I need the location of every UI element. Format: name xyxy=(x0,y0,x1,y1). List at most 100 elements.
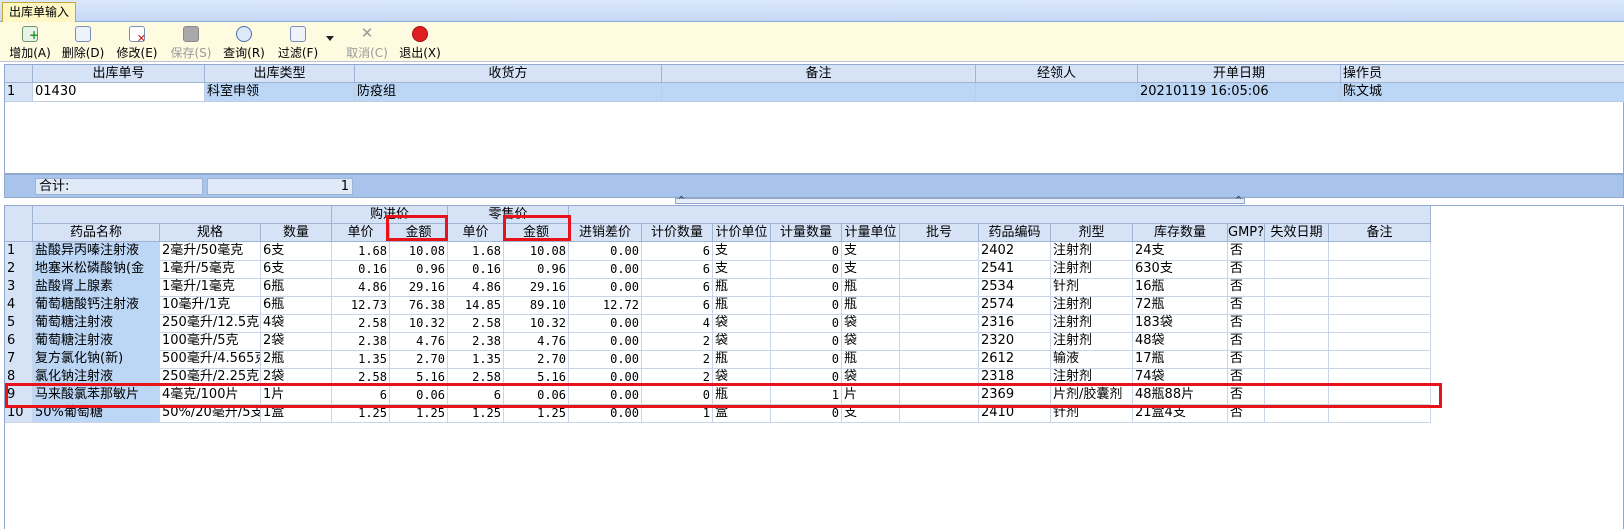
master-col-header[interactable]: 开单日期 xyxy=(1138,65,1341,83)
detail-cell[interactable] xyxy=(1329,386,1431,405)
detail-cell[interactable]: 0.16 xyxy=(332,260,390,279)
detail-cell[interactable]: 片剂/胶囊剂 xyxy=(1051,386,1133,405)
detail-row-number[interactable]: 4 xyxy=(5,296,33,315)
detail-cell[interactable] xyxy=(900,242,979,261)
detail-cell[interactable]: 10毫升/1克 xyxy=(160,296,261,315)
detail-cell[interactable]: 10.08 xyxy=(390,242,448,261)
detail-cell[interactable]: 0.96 xyxy=(504,260,569,279)
detail-cell[interactable] xyxy=(1329,332,1431,351)
detail-cell[interactable]: 瓶 xyxy=(713,386,771,405)
detail-cell[interactable] xyxy=(1329,242,1431,261)
detail-cell[interactable]: 1.68 xyxy=(448,242,504,261)
detail-cell[interactable] xyxy=(900,386,979,405)
splitter-handle[interactable]: ^ ^ xyxy=(675,196,1245,204)
detail-cell[interactable]: 12.73 xyxy=(332,296,390,315)
detail-cell[interactable]: 2袋 xyxy=(261,332,332,351)
detail-cell[interactable] xyxy=(900,278,979,297)
detail-cell[interactable]: 0 xyxy=(771,296,842,315)
detail-cell[interactable]: 2.58 xyxy=(448,314,504,333)
detail-cell[interactable]: 6支 xyxy=(261,242,332,261)
detail-col-header[interactable]: GMP? xyxy=(1228,224,1265,242)
detail-col-header[interactable]: 数量 xyxy=(261,224,332,242)
detail-cell[interactable]: 否 xyxy=(1228,296,1265,315)
detail-cell[interactable]: 4.76 xyxy=(504,332,569,351)
detail-cell[interactable]: 2534 xyxy=(979,278,1051,297)
detail-cell[interactable]: 1 xyxy=(771,386,842,405)
cancel-button[interactable]: ✕ 取消(C) xyxy=(344,24,390,61)
detail-col-header[interactable]: 单价 xyxy=(332,224,390,242)
detail-cell[interactable]: 0 xyxy=(771,404,842,423)
detail-cell[interactable]: 注射剂 xyxy=(1051,368,1133,387)
detail-cell[interactable]: 2541 xyxy=(979,260,1051,279)
master-cell[interactable]: 防疫组 xyxy=(355,83,662,102)
detail-cell[interactable]: 袋 xyxy=(842,332,900,351)
detail-cell[interactable] xyxy=(1329,368,1431,387)
detail-cell[interactable]: 1.25 xyxy=(390,404,448,423)
detail-cell[interactable]: 4.86 xyxy=(332,278,390,297)
detail-cell[interactable]: 袋 xyxy=(713,368,771,387)
detail-cell[interactable] xyxy=(1265,350,1329,369)
detail-cell[interactable]: 1.68 xyxy=(332,242,390,261)
detail-cell[interactable]: 袋 xyxy=(842,314,900,333)
detail-cell[interactable] xyxy=(900,368,979,387)
detail-col-header[interactable]: 失效日期 xyxy=(1265,224,1329,242)
detail-cell[interactable]: 2 xyxy=(642,368,713,387)
detail-cell[interactable] xyxy=(1329,260,1431,279)
detail-cell[interactable]: 4.86 xyxy=(448,278,504,297)
detail-cell[interactable] xyxy=(1265,332,1329,351)
detail-cell[interactable]: 葡萄糖酸钙注射液 xyxy=(33,296,160,315)
detail-row-number[interactable]: 6 xyxy=(5,332,33,351)
detail-cell[interactable]: 2毫升/50毫克 xyxy=(160,242,261,261)
detail-cell[interactable]: 2318 xyxy=(979,368,1051,387)
detail-cell[interactable]: 10.08 xyxy=(504,242,569,261)
detail-cell[interactable]: 瓶 xyxy=(842,296,900,315)
detail-cell[interactable]: 注射剂 xyxy=(1051,242,1133,261)
detail-col-header[interactable]: 备注 xyxy=(1329,224,1431,242)
detail-cell[interactable]: 1.25 xyxy=(332,404,390,423)
detail-cell[interactable] xyxy=(900,260,979,279)
detail-cell[interactable]: 0.00 xyxy=(569,314,642,333)
detail-row-number[interactable]: 9 xyxy=(5,386,33,405)
master-col-header[interactable]: 出库类型 xyxy=(205,65,355,83)
detail-cell[interactable]: 2.38 xyxy=(448,332,504,351)
detail-cell[interactable]: 630支 xyxy=(1133,260,1228,279)
detail-cell[interactable]: 袋 xyxy=(713,314,771,333)
detail-row-number[interactable]: 8 xyxy=(5,368,33,387)
detail-cell[interactable]: 2316 xyxy=(979,314,1051,333)
detail-cell[interactable]: 2612 xyxy=(979,350,1051,369)
detail-cell[interactable] xyxy=(900,332,979,351)
detail-cell[interactable]: 2.58 xyxy=(448,368,504,387)
detail-cell[interactable]: 1.35 xyxy=(332,350,390,369)
detail-cell[interactable]: 2 xyxy=(642,332,713,351)
detail-cell[interactable]: 250毫升/2.25克 xyxy=(160,368,261,387)
detail-cell[interactable]: 瓶 xyxy=(713,350,771,369)
detail-cell[interactable]: 2 xyxy=(642,350,713,369)
detail-cell[interactable]: 瓶 xyxy=(713,296,771,315)
detail-col-header[interactable]: 剂型 xyxy=(1051,224,1133,242)
detail-cell[interactable]: 89.10 xyxy=(504,296,569,315)
detail-cell[interactable]: 氯化钠注射液 xyxy=(33,368,160,387)
query-button[interactable]: 查询(R) xyxy=(221,24,267,60)
detail-cell[interactable]: 5.16 xyxy=(390,368,448,387)
detail-cell[interactable]: 瓶 xyxy=(842,350,900,369)
detail-cell[interactable] xyxy=(1329,350,1431,369)
detail-cell[interactable]: 盐酸肾上腺素 xyxy=(33,278,160,297)
detail-cell[interactable] xyxy=(1329,314,1431,333)
detail-cell[interactable]: 14.85 xyxy=(448,296,504,315)
detail-cell[interactable]: 76.38 xyxy=(390,296,448,315)
detail-cell[interactable]: 2.70 xyxy=(390,350,448,369)
detail-col-header[interactable]: 计量单位 xyxy=(842,224,900,242)
detail-col-header[interactable]: 计价数量 xyxy=(642,224,713,242)
detail-cell[interactable] xyxy=(900,404,979,423)
detail-cell[interactable]: 0 xyxy=(771,314,842,333)
detail-col-header[interactable]: 金额 xyxy=(504,224,569,242)
detail-cell[interactable]: 支 xyxy=(842,404,900,423)
detail-row-number[interactable]: 10 xyxy=(5,404,33,423)
detail-cell[interactable]: 1.25 xyxy=(448,404,504,423)
save-button[interactable]: 保存(S) xyxy=(168,24,214,60)
detail-cell[interactable]: 50%/20毫升/5支 xyxy=(160,404,261,423)
master-cell[interactable] xyxy=(662,83,976,102)
master-col-header[interactable]: 备注 xyxy=(662,65,976,83)
detail-cell[interactable]: 针剂 xyxy=(1051,278,1133,297)
detail-cell[interactable]: 6 xyxy=(332,386,390,405)
